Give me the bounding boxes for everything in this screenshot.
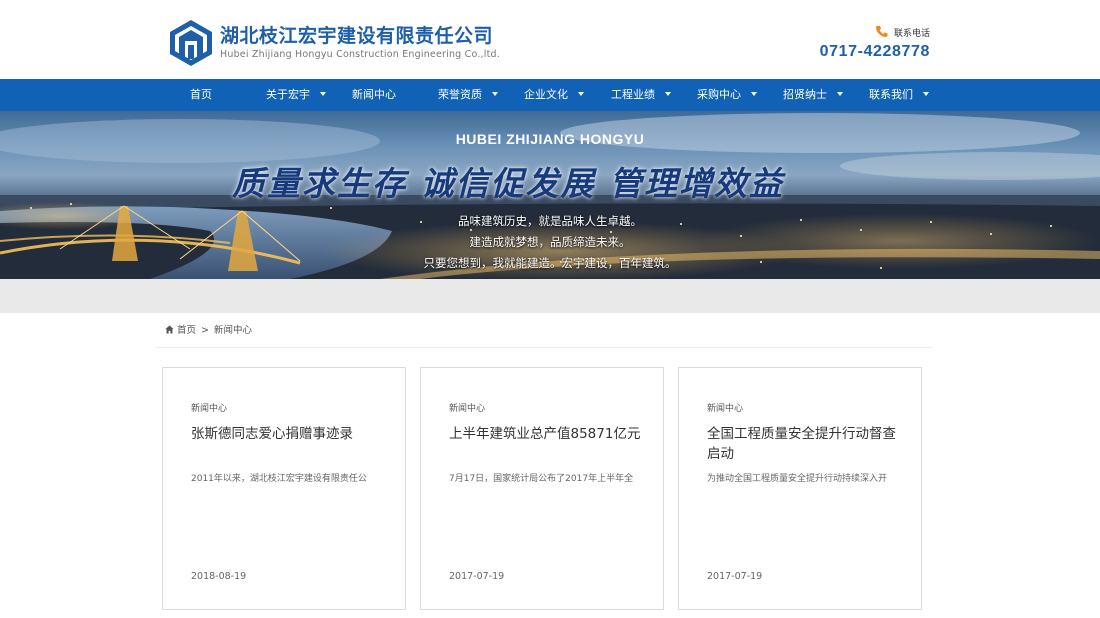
chevron-down-icon	[837, 92, 843, 96]
company-name-en: Hubei Zhijiang Hongyu Construction Engin…	[220, 49, 500, 60]
card-excerpt: 2011年以来，湖北枝江宏宇建设有限责任公	[191, 474, 367, 484]
news-card[interactable]: 新闻中心 上半年建筑业总产值85871亿元 7月17日，国家统计局公布了2017…	[420, 367, 664, 610]
banner-line: 只要您想到，我就能建造。宏宇建设，百年建筑。	[423, 256, 677, 270]
nav-item-contact[interactable]: 联系我们	[869, 79, 929, 111]
banner-line: 建造成就梦想，品质缔造未来。	[469, 235, 631, 249]
nav-item-home[interactable]: 首页	[190, 79, 212, 111]
news-card[interactable]: 新闻中心 全国工程质量安全提升行动督查启动 为推动全国工程质量安全提升行动持续深…	[678, 367, 922, 610]
chevron-down-icon	[665, 92, 671, 96]
banner-line: 品味建筑历史，就是品味人生卓越。	[458, 214, 642, 228]
card-category: 新闻中心	[191, 404, 228, 414]
brand[interactable]: 湖北枝江宏宇建设有限责任公司 Hubei Zhijiang Hongyu Con…	[220, 24, 500, 61]
breadcrumb-home-link[interactable]: 首页	[177, 325, 196, 336]
breadcrumb-separator: >	[201, 325, 209, 336]
card-excerpt: 7月17日，国家统计局公布了2017年上半年全	[449, 474, 634, 484]
company-name: 湖北枝江宏宇建设有限责任公司	[220, 25, 494, 47]
breadcrumb-current: 新闻中心	[213, 325, 252, 336]
card-date: 2017-07-19	[449, 571, 505, 582]
home-icon	[165, 325, 174, 334]
company-logo-icon[interactable]	[168, 18, 214, 66]
card-category: 新闻中心	[449, 404, 486, 414]
card-category: 新闻中心	[707, 404, 744, 414]
main-nav: 首页 关于宏宇 新闻中心 荣誉资质 企业文化 工程业绩 采购中心 招贤纳士 联系…	[0, 79, 1100, 111]
card-title[interactable]: 张斯德同志爱心捐赠事迹录	[191, 424, 386, 444]
card-date: 2018-08-19	[191, 571, 247, 582]
chevron-down-icon	[492, 92, 498, 96]
news-card[interactable]: 新闻中心 张斯德同志爱心捐赠事迹录 2011年以来，湖北枝江宏宇建设有限责任公 …	[162, 367, 406, 610]
banner-slogan: 质量求生存 诚信促发展 管理增效益	[232, 164, 784, 203]
card-date: 2017-07-19	[707, 571, 763, 582]
site-header: 湖北枝江宏宇建设有限责任公司 Hubei Zhijiang Hongyu Con…	[0, 0, 1100, 79]
nav-item-careers[interactable]: 招贤纳士	[783, 79, 843, 111]
card-title[interactable]: 全国工程质量安全提升行动督查启动	[707, 424, 902, 464]
contact-block: 联系电话 0717-4228778	[820, 25, 930, 63]
contact-label: 联系电话	[893, 29, 930, 39]
nav-item-news[interactable]: 新闻中心	[352, 79, 396, 111]
chevron-down-icon	[320, 92, 326, 96]
card-excerpt: 为推动全国工程质量安全提升行动持续深入开	[707, 474, 888, 484]
section-divider	[0, 279, 1100, 313]
chevron-down-icon	[751, 92, 757, 96]
phone-icon	[875, 25, 888, 38]
divider	[155, 347, 933, 348]
contact-number: 0717-4228778	[819, 43, 930, 60]
chevron-down-icon	[923, 92, 929, 96]
nav-item-about[interactable]: 关于宏宇	[266, 79, 326, 111]
nav-item-projects[interactable]: 工程业绩	[611, 79, 671, 111]
hero-banner: HUBEI ZHIJIANG HONGYU 质量求生存 诚信促发展 管理增效益 …	[0, 111, 1100, 279]
banner-title-en: HUBEI ZHIJIANG HONGYU	[455, 131, 645, 147]
nav-item-procurement[interactable]: 采购中心	[697, 79, 757, 111]
nav-item-culture[interactable]: 企业文化	[524, 79, 584, 111]
breadcrumb: 首页 > 新闻中心	[165, 324, 252, 338]
card-title[interactable]: 上半年建筑业总产值85871亿元	[449, 424, 644, 444]
chevron-down-icon	[578, 92, 584, 96]
banner-copy: 品味建筑历史，就是品味人生卓越。 建造成就梦想，品质缔造未来。 只要您想到，我就…	[0, 211, 1100, 274]
nav-item-honors[interactable]: 荣誉资质	[438, 79, 498, 111]
